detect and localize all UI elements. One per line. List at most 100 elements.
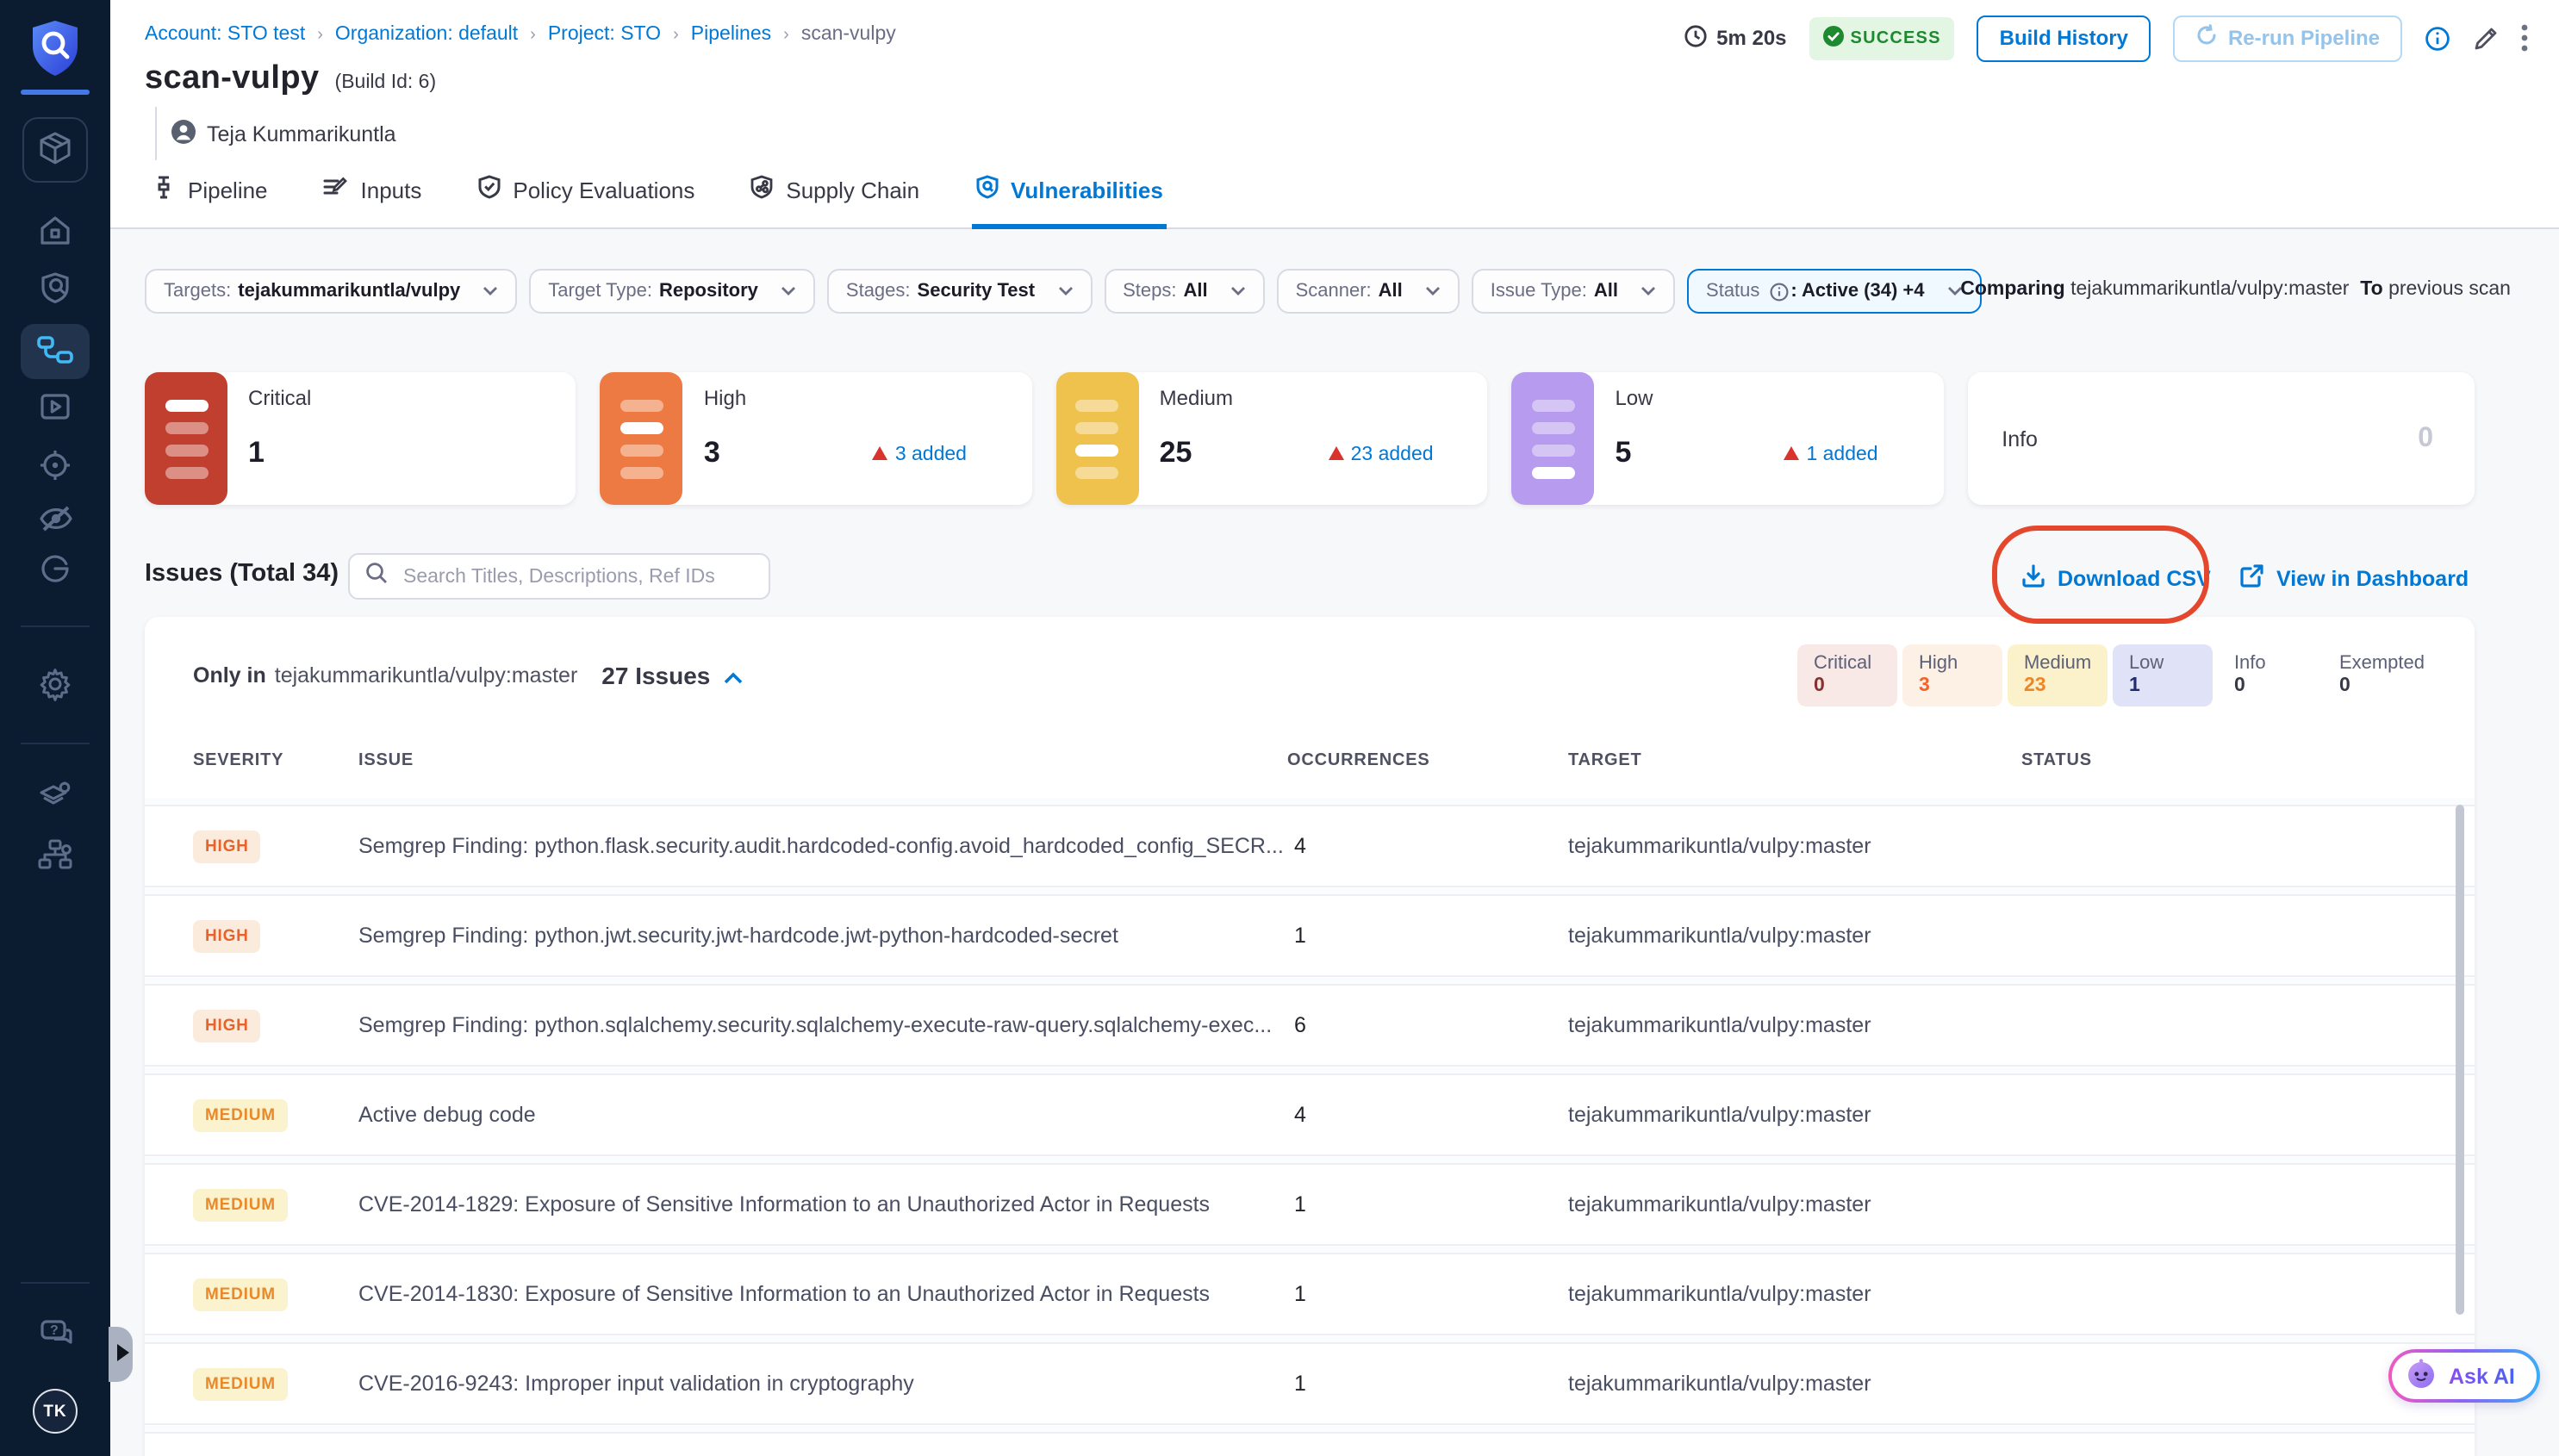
target-icon [38, 447, 72, 487]
target-value: tejakummarikuntla/vulpy:master [1568, 1372, 2021, 1396]
info-icon[interactable] [2425, 25, 2450, 51]
severity-badge: MEDIUM [193, 1099, 288, 1132]
table-row[interactable]: MEDIUM CVE-2014-1830: Exposure of Sensit… [145, 1253, 2475, 1335]
filter-target-type[interactable]: Target Type:Repository [529, 269, 815, 314]
target-value: tejakummarikuntla/vulpy:master [1568, 834, 2021, 858]
added-count: 1 added [1784, 445, 1877, 465]
table-scrollbar[interactable] [2456, 805, 2464, 1315]
rerun-pipeline-button[interactable]: Re-run Pipeline [2173, 15, 2402, 61]
chip-low: Low1 [2114, 644, 2213, 706]
tab-supply-chain[interactable]: Supply Chain [746, 159, 923, 229]
chip-info: Info0 [2219, 644, 2319, 706]
svg-text:?: ? [49, 1322, 58, 1337]
inputs-tab-icon [323, 174, 349, 205]
issues-search[interactable] [348, 553, 770, 600]
sidebar-item-pipelines[interactable] [21, 324, 90, 379]
issue-title[interactable]: Semgrep Finding: python.flask.security.a… [358, 834, 1287, 858]
person-icon [171, 118, 196, 149]
filter-bar: Targets:tejakummarikuntla/vulpy Target T… [145, 269, 1982, 314]
build-id: (Build Id: 6) [335, 72, 437, 93]
issue-title[interactable]: Active debug code [358, 1103, 1287, 1127]
issues-table-body: HIGH Semgrep Finding: python.flask.secur… [145, 798, 2475, 1456]
occurrences-value: 1 [1287, 1372, 1568, 1396]
occurrences-value: 4 [1287, 1103, 1568, 1127]
table-row[interactable]: HIGH Semgrep Finding: python.sqlalchemy.… [145, 984, 2475, 1067]
tab-vulnerabilities[interactable]: Vulnerabilities [971, 159, 1167, 229]
filter-stages[interactable]: Stages:Security Test [827, 269, 1092, 314]
harness-sto-logo-icon[interactable] [29, 19, 81, 78]
filter-issue-type[interactable]: Issue Type:All [1472, 269, 1675, 314]
module-selector-button[interactable] [22, 117, 88, 183]
supply-chain-shield-icon [750, 174, 774, 205]
breadcrumb-separator: › [673, 26, 679, 45]
pipeline-tab-icon [152, 174, 176, 205]
sidebar-expand-handle[interactable] [109, 1327, 133, 1382]
sidebar-item-token-usage[interactable] [21, 543, 90, 598]
ask-ai-button[interactable]: Ask AI [2388, 1349, 2541, 1403]
severity-card-critical[interactable]: Critical 1 [145, 372, 576, 505]
tab-policy-evaluations[interactable]: Policy Evaluations [473, 159, 698, 229]
issue-title[interactable]: Semgrep Finding: python.sqlalchemy.secur… [358, 1013, 1287, 1037]
occurrences-value: 6 [1287, 1013, 1568, 1037]
issue-title[interactable]: Semgrep Finding: python.jwt.security.jwt… [358, 924, 1287, 948]
target-value: tejakummarikuntla/vulpy:master [1568, 1282, 2021, 1306]
triangle-up-icon [873, 445, 888, 465]
table-row[interactable]: MEDIUM CVE-2016-9243: Improper input val… [145, 1342, 2475, 1425]
sidebar-item-default-settings[interactable] [21, 770, 90, 825]
search-input[interactable] [400, 564, 753, 588]
severity-card-info[interactable]: Info 0 [1967, 372, 2475, 505]
user-avatar[interactable]: TK [33, 1389, 78, 1434]
filter-status[interactable]: Status : Active (34) +4 [1687, 269, 1981, 314]
issue-title[interactable]: CVE-2014-1830: Exposure of Sensitive Inf… [358, 1282, 1287, 1306]
severity-card-high[interactable]: High 3 3 added [601, 372, 1032, 505]
sidebar-item-project-settings[interactable] [21, 658, 90, 713]
comparing-label: Comparing tejakummarikuntla/vulpy:master… [1960, 279, 2511, 300]
sidebar-item-home[interactable] [21, 205, 90, 260]
breadcrumb-organization[interactable]: Organization: default [335, 24, 518, 45]
help-chat-button[interactable]: ? [21, 1308, 90, 1363]
sidebar-item-org-settings[interactable] [21, 829, 90, 884]
table-row[interactable]: MEDIUM CVE-2017-11424: PyJWT: Key confus… [145, 1432, 2475, 1456]
sidebar-item-targets[interactable] [21, 439, 90, 495]
check-circle-icon [1823, 25, 1844, 51]
sidebar-item-security-scans[interactable] [21, 262, 90, 317]
sidebar-divider [21, 625, 90, 627]
filter-scanner[interactable]: Scanner:All [1277, 269, 1460, 314]
filter-targets[interactable]: Targets:tejakummarikuntla/vulpy [145, 269, 517, 314]
severity-card-low[interactable]: Low 5 1 added [1511, 372, 1943, 505]
col-severity: SEVERITY [193, 751, 358, 770]
breadcrumb-account[interactable]: Account: STO test [145, 24, 305, 45]
edit-pipeline-icon[interactable] [2473, 25, 2499, 51]
severity-card-medium[interactable]: Medium 25 23 added [1056, 372, 1488, 505]
breadcrumb-project[interactable]: Project: STO [548, 24, 661, 45]
chevron-down-icon [1425, 286, 1441, 296]
severity-badge: HIGH [193, 920, 261, 953]
tab-inputs[interactable]: Inputs [320, 159, 426, 229]
table-row[interactable]: HIGH Semgrep Finding: python.jwt.securit… [145, 894, 2475, 977]
search-icon [365, 561, 388, 592]
target-value: tejakummarikuntla/vulpy:master [1568, 1103, 2021, 1127]
medium-severity-bars-icon [1056, 372, 1139, 505]
group-issue-count: 27 Issues [601, 662, 743, 689]
issue-title[interactable]: CVE-2014-1829: Exposure of Sensitive Inf… [358, 1192, 1287, 1216]
target-value: tejakummarikuntla/vulpy:master [1568, 1192, 2021, 1216]
issues-group-header[interactable]: Only in tejakummarikuntla/vulpy:master 2… [193, 641, 2440, 710]
occurrences-value: 1 [1287, 1282, 1568, 1306]
breadcrumb-pipelines[interactable]: Pipelines [691, 24, 771, 45]
table-row[interactable]: HIGH Semgrep Finding: python.flask.secur… [145, 805, 2475, 887]
issue-title[interactable]: CVE-2016-9243: Improper input validation… [358, 1372, 1287, 1396]
view-in-dashboard-button[interactable]: View in Dashboard [2240, 563, 2469, 593]
table-row[interactable]: MEDIUM Active debug code 4 tejakummariku… [145, 1073, 2475, 1156]
sidebar-item-exemptions[interactable] [21, 493, 90, 548]
download-csv-button[interactable]: Download CSV [2021, 563, 2211, 593]
high-severity-bars-icon [601, 372, 683, 505]
filter-steps[interactable]: Steps:All [1104, 269, 1265, 314]
sidebar-item-executions[interactable] [21, 381, 90, 436]
added-count: 3 added [873, 445, 967, 465]
kebab-menu-icon[interactable] [2521, 24, 2528, 52]
clock-icon [1684, 23, 1708, 53]
table-row[interactable]: MEDIUM CVE-2014-1829: Exposure of Sensit… [145, 1163, 2475, 1246]
build-history-button[interactable]: Build History [1977, 15, 2151, 61]
low-severity-bars-icon [1511, 372, 1594, 505]
tab-pipeline[interactable]: Pipeline [148, 159, 271, 229]
